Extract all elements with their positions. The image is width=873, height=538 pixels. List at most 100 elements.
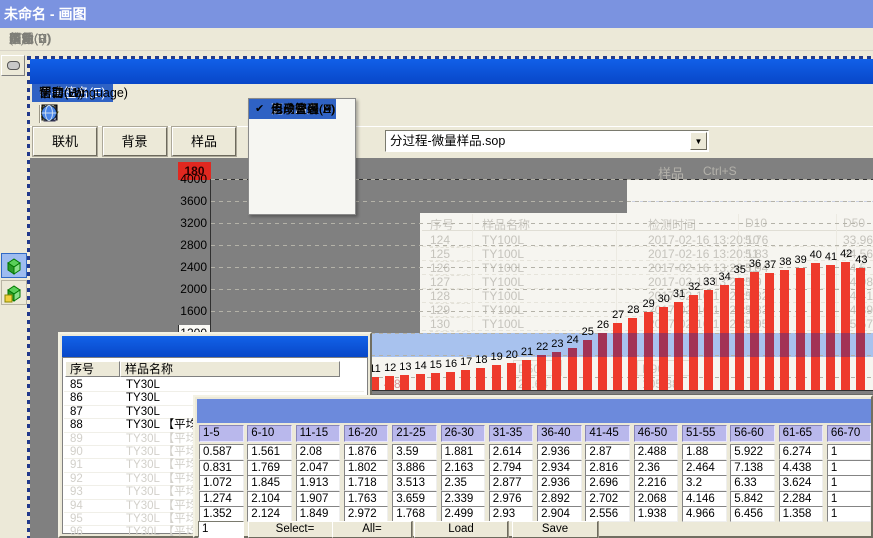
- dist-cell[interactable]: 1.88: [682, 444, 727, 460]
- dist-cell[interactable]: 2.35: [441, 475, 486, 491]
- paint-menu-item-5[interactable]: 帮助(H): [9, 28, 51, 51]
- dist-cell[interactable]: 4.146: [682, 491, 727, 507]
- dist-cell[interactable]: 2.068: [634, 491, 679, 507]
- dist-cell[interactable]: 1: [827, 506, 872, 522]
- dist-cell[interactable]: 2.87: [585, 444, 630, 460]
- dist-cell[interactable]: 2.339: [441, 491, 486, 507]
- sample-window-titlebar: [62, 336, 368, 357]
- dist-cell[interactable]: 1.352: [199, 506, 244, 522]
- dist-cell[interactable]: 1.876: [344, 444, 389, 460]
- dist-cell[interactable]: 1.718: [344, 475, 389, 491]
- dist-cell[interactable]: 2.934: [537, 460, 582, 476]
- dist-cell[interactable]: 2.36: [634, 460, 679, 476]
- dist-cell[interactable]: 2.816: [585, 460, 630, 476]
- dist-cell[interactable]: 2.163: [441, 460, 486, 476]
- sop-combobox[interactable]: 分过程-微量样品.sop ▼: [385, 130, 709, 152]
- sample-cell-no: 88: [70, 419, 83, 432]
- chart-bar-label: 43: [850, 254, 872, 266]
- dist-cell[interactable]: 1: [827, 444, 872, 460]
- dist-cell[interactable]: 1.763: [344, 491, 389, 507]
- button-样品[interactable]: 样品: [172, 127, 236, 156]
- globe-icon[interactable]: [38, 104, 60, 124]
- dist-cell[interactable]: 5.842: [730, 491, 775, 507]
- dist-cell[interactable]: 1.072: [199, 475, 244, 491]
- dist-cell[interactable]: 3.513: [392, 475, 437, 491]
- dist-cell[interactable]: 1.274: [199, 491, 244, 507]
- dist-cell[interactable]: 1.881: [441, 444, 486, 460]
- dist-cell[interactable]: 4.438: [779, 460, 824, 476]
- tool-cube-alt-icon[interactable]: [1, 280, 27, 305]
- dist-cell[interactable]: 3.624: [779, 475, 824, 491]
- paint-tool-rounded-rect-icon[interactable]: [1, 55, 25, 76]
- dist-cell[interactable]: 2.976: [489, 491, 534, 507]
- dist-cell[interactable]: 1.849: [296, 506, 341, 522]
- dist-cell[interactable]: 2.464: [682, 460, 727, 476]
- dist-cell[interactable]: 2.104: [247, 491, 292, 507]
- dist-cell[interactable]: 0.587: [199, 444, 244, 460]
- dist-cell[interactable]: 1.938: [634, 506, 679, 522]
- dist-col-header: 31-35: [489, 425, 534, 442]
- all-button[interactable]: All=: [332, 521, 412, 538]
- dist-cell[interactable]: 6.33: [730, 475, 775, 491]
- select-button[interactable]: Select=: [248, 521, 342, 538]
- dist-cell[interactable]: 2.614: [489, 444, 534, 460]
- save-button[interactable]: Save: [512, 521, 598, 538]
- dist-cell[interactable]: 2.08: [296, 444, 341, 460]
- dist-cell[interactable]: 2.877: [489, 475, 534, 491]
- dist-cell[interactable]: 2.284: [779, 491, 824, 507]
- dist-cell[interactable]: 5.922: [730, 444, 775, 460]
- dist-cell[interactable]: 1.358: [779, 506, 824, 522]
- dist-cell[interactable]: 2.216: [634, 475, 679, 491]
- dist-cell[interactable]: 1.907: [296, 491, 341, 507]
- dist-cell[interactable]: 3.659: [392, 491, 437, 507]
- dist-cell[interactable]: 2.047: [296, 460, 341, 476]
- dist-cell[interactable]: 2.936: [537, 475, 582, 491]
- menu-item-6[interactable]: 电子签名(E): [249, 99, 335, 119]
- dist-cell[interactable]: 3.2: [682, 475, 727, 491]
- dist-cell[interactable]: 2.794: [489, 460, 534, 476]
- tool-cube-icon[interactable]: [1, 253, 27, 278]
- dist-cell[interactable]: 2.499: [441, 506, 486, 522]
- dist-cell[interactable]: 1: [827, 460, 872, 476]
- dist-cell[interactable]: 2.904: [537, 506, 582, 522]
- screen: 未命名 - 画图 (F)编辑(E)查看(V)图像(I)颜色(C)帮助(H) A …: [0, 0, 873, 538]
- distribution-window-strip: [197, 399, 871, 423]
- button-联机[interactable]: 联机: [33, 127, 97, 156]
- dist-cell[interactable]: 2.93: [489, 506, 534, 522]
- dist-cell[interactable]: 1.769: [247, 460, 292, 476]
- dist-cell[interactable]: 2.556: [585, 506, 630, 522]
- dist-cell[interactable]: 2.488: [634, 444, 679, 460]
- dist-cell[interactable]: 1.845: [247, 475, 292, 491]
- dist-cell[interactable]: 2.702: [585, 491, 630, 507]
- dist-cell[interactable]: 7.138: [730, 460, 775, 476]
- load-button[interactable]: Load: [414, 521, 508, 538]
- app-menu-item-7[interactable]: 帮助(H): [32, 84, 88, 102]
- chart-bar: [659, 307, 668, 390]
- dist-cell[interactable]: 1.802: [344, 460, 389, 476]
- dist-cell[interactable]: 1: [827, 475, 872, 491]
- dist-cell[interactable]: 2.892: [537, 491, 582, 507]
- button-背景[interactable]: 背景: [103, 127, 167, 156]
- dist-cell[interactable]: 3.59: [392, 444, 437, 460]
- dist-col-header: 56-60: [730, 425, 775, 442]
- chart-bar: [552, 352, 561, 390]
- dist-cell[interactable]: 2.936: [537, 444, 582, 460]
- dist-cell[interactable]: 4.966: [682, 506, 727, 522]
- dist-cell[interactable]: 6.274: [779, 444, 824, 460]
- dist-cell[interactable]: 2.972: [344, 506, 389, 522]
- count-input[interactable]: 1: [198, 521, 244, 538]
- sample-cell-no: 93: [70, 486, 83, 499]
- dist-cell[interactable]: 1.561: [247, 444, 292, 460]
- chart-bar: [720, 285, 729, 390]
- dist-cell[interactable]: 0.831: [199, 460, 244, 476]
- dist-cell[interactable]: 1.768: [392, 506, 437, 522]
- sample-row[interactable]: 85TY30L: [64, 379, 364, 392]
- chevron-down-icon[interactable]: ▼: [690, 132, 707, 150]
- dist-cell[interactable]: 6.456: [730, 506, 775, 522]
- dist-cell[interactable]: 2.124: [247, 506, 292, 522]
- dist-cell[interactable]: 3.886: [392, 460, 437, 476]
- dist-cell[interactable]: 1: [827, 491, 872, 507]
- dist-cell[interactable]: 1.913: [296, 475, 341, 491]
- dist-cell[interactable]: 2.696: [585, 475, 630, 491]
- chart-bar: [856, 268, 865, 390]
